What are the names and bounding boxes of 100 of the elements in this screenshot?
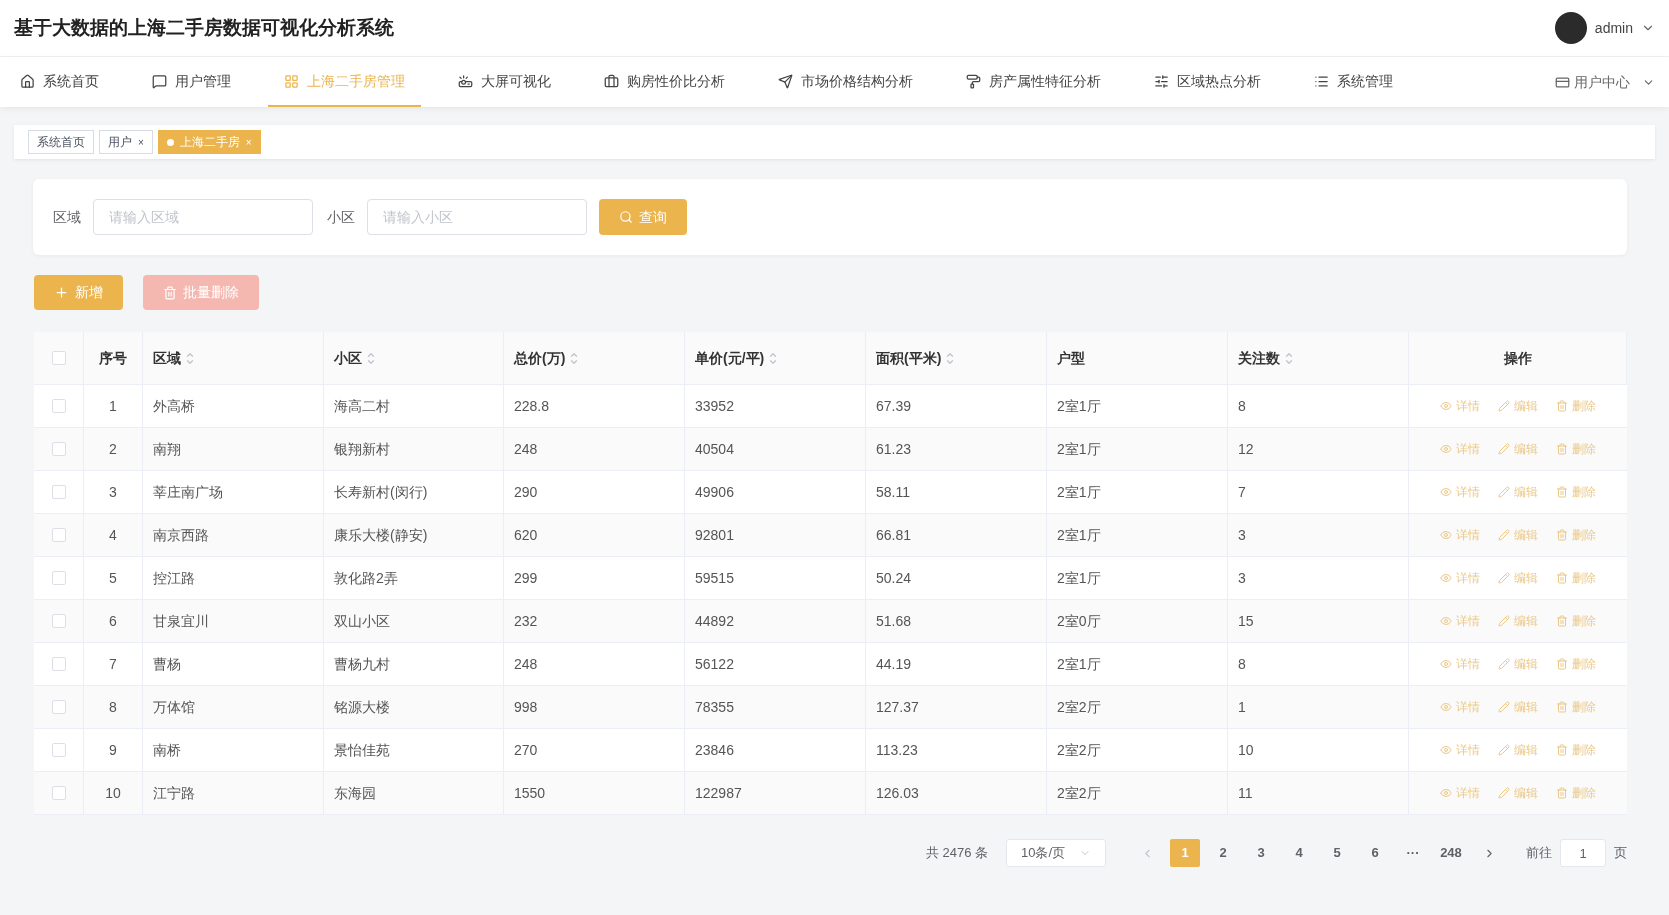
row-action-link[interactable]: 详情 (1440, 612, 1480, 630)
checkbox[interactable] (51, 614, 66, 628)
checkbox[interactable] (51, 351, 66, 365)
nav-tab[interactable]: 用户管理 (136, 57, 247, 107)
row-action-link[interactable]: 详情 (1440, 440, 1480, 458)
row-action-link[interactable]: 编辑 (1498, 612, 1538, 630)
search-button[interactable]: 查询 (599, 199, 687, 235)
eye-icon (1440, 787, 1452, 799)
avatar[interactable] (1554, 12, 1587, 44)
row-action-link[interactable]: 编辑 (1498, 397, 1538, 415)
eye-icon (1440, 400, 1452, 412)
checkbox[interactable] (51, 657, 66, 671)
table-cell-text: 6 (109, 611, 117, 631)
row-action-link[interactable]: 编辑 (1498, 483, 1538, 501)
nav-tab[interactable]: 系统管理 (1298, 57, 1409, 107)
nav-tab[interactable]: 区域热点分析 (1138, 57, 1277, 107)
checkbox[interactable] (51, 399, 66, 413)
pencil-icon (1498, 744, 1510, 756)
nav-tab[interactable]: 市场价格结构分析 (762, 57, 929, 107)
page-tag[interactable]: 用户 × (99, 130, 153, 154)
grid-icon (284, 73, 299, 89)
row-action-link[interactable]: 删除 (1556, 440, 1596, 458)
row-action-link[interactable]: 删除 (1556, 784, 1596, 802)
column-header: 区域 (153, 348, 181, 368)
table-cell-text: 299 (514, 568, 538, 588)
row-action-link[interactable]: 编辑 (1498, 526, 1538, 544)
table-cell-text: 49906 (695, 482, 734, 502)
table-cell-text: 双山小区 (334, 611, 390, 631)
eye-icon (1440, 744, 1452, 756)
table-cell-text: 40504 (695, 439, 734, 459)
add-button[interactable]: 新增 (34, 275, 123, 310)
nav-tab[interactable]: 系统首页 (4, 57, 115, 107)
search-field[interactable]: 请输入小区 (367, 199, 587, 235)
nav-tab[interactable]: 房产属性特征分析 (950, 57, 1117, 107)
table-cell-text: 康乐大楼(静安) (334, 525, 428, 545)
table-cell-text: 44892 (695, 611, 734, 631)
table-cell-text: 66.81 (876, 525, 912, 545)
nav-tab[interactable]: 上海二手房管理 (268, 57, 421, 107)
row-action-link[interactable]: 详情 (1440, 483, 1480, 501)
row-action-link[interactable]: 删除 (1556, 698, 1596, 716)
table-cell-text: 10 (1238, 740, 1254, 760)
row-action-link[interactable]: 删除 (1556, 655, 1596, 673)
goto-page-field[interactable]: 1 (1560, 839, 1606, 867)
table-cell-text: 4 (109, 525, 117, 545)
table-cell-text: 控江路 (153, 568, 195, 588)
page-tag[interactable]: 上海二手房 × (157, 130, 261, 154)
table-cell-text: 外高桥 (153, 396, 195, 416)
page-tag[interactable]: 系统首页 (28, 130, 94, 154)
page-size-select[interactable]: 10条/页 (1006, 839, 1106, 867)
close-icon[interactable]: × (245, 134, 252, 150)
row-action-link[interactable]: 编辑 (1498, 569, 1538, 587)
checkbox[interactable] (51, 743, 66, 757)
page-button[interactable]: ··· (1398, 839, 1428, 867)
row-action-link[interactable]: 删除 (1556, 397, 1596, 415)
row-action-link[interactable]: 删除 (1556, 569, 1596, 587)
nav-tab[interactable]: 大屏可视化 (442, 57, 567, 107)
row-action-link[interactable]: 详情 (1440, 569, 1480, 587)
row-action-link[interactable]: 编辑 (1498, 440, 1538, 458)
row-action-link[interactable]: 详情 (1440, 698, 1480, 716)
column-header: 关注数 (1238, 348, 1280, 368)
row-action-link[interactable]: 删除 (1556, 741, 1596, 759)
row-action-link[interactable]: 详情 (1440, 655, 1480, 673)
username[interactable]: admin (1594, 17, 1633, 39)
row-action-link[interactable]: 删除 (1556, 483, 1596, 501)
row-action-link[interactable]: 详情 (1440, 397, 1480, 415)
checkbox[interactable] (51, 571, 66, 585)
search-field[interactable]: 请输入区域 (93, 199, 313, 235)
page-button[interactable]: 5 (1322, 839, 1352, 867)
row-action-link[interactable]: 删除 (1556, 526, 1596, 544)
trash-icon (1556, 572, 1568, 584)
row-action-link[interactable]: 删除 (1556, 612, 1596, 630)
table-cell-text: 银翔新村 (334, 439, 390, 459)
checkbox[interactable] (51, 786, 66, 800)
checkbox[interactable] (51, 442, 66, 456)
row-action-link[interactable]: 详情 (1440, 526, 1480, 544)
table-cell-text: 78355 (695, 697, 734, 717)
row-action-link[interactable]: 编辑 (1498, 698, 1538, 716)
row-action-link[interactable]: 编辑 (1498, 784, 1538, 802)
page-button[interactable]: 248 (1436, 839, 1466, 867)
page-button[interactable]: 4 (1284, 839, 1314, 867)
checkbox[interactable] (51, 485, 66, 499)
total-count: 共 2476 条 (925, 844, 988, 863)
row-action-link[interactable]: 详情 (1440, 784, 1480, 802)
checkbox[interactable] (51, 700, 66, 714)
table-cell-text: 122987 (695, 783, 742, 803)
page-button[interactable]: 1 (1170, 839, 1200, 867)
column-header: 面积(平米) (876, 348, 942, 368)
table-cell-text: 景怡佳苑 (334, 740, 390, 760)
table-cell-text: 12 (1238, 439, 1254, 459)
page-button[interactable]: 2 (1208, 839, 1238, 867)
user-center-menu[interactable]: 用户中心 (1545, 57, 1665, 107)
checkbox[interactable] (51, 528, 66, 542)
nav-tab[interactable]: 购房性价比分析 (588, 57, 741, 107)
close-icon[interactable]: × (138, 134, 144, 150)
row-action-link[interactable]: 编辑 (1498, 741, 1538, 759)
trash-icon (1556, 701, 1568, 713)
row-action-link[interactable]: 详情 (1440, 741, 1480, 759)
page-button[interactable]: 3 (1246, 839, 1276, 867)
row-action-link[interactable]: 编辑 (1498, 655, 1538, 673)
page-button[interactable]: 6 (1360, 839, 1390, 867)
